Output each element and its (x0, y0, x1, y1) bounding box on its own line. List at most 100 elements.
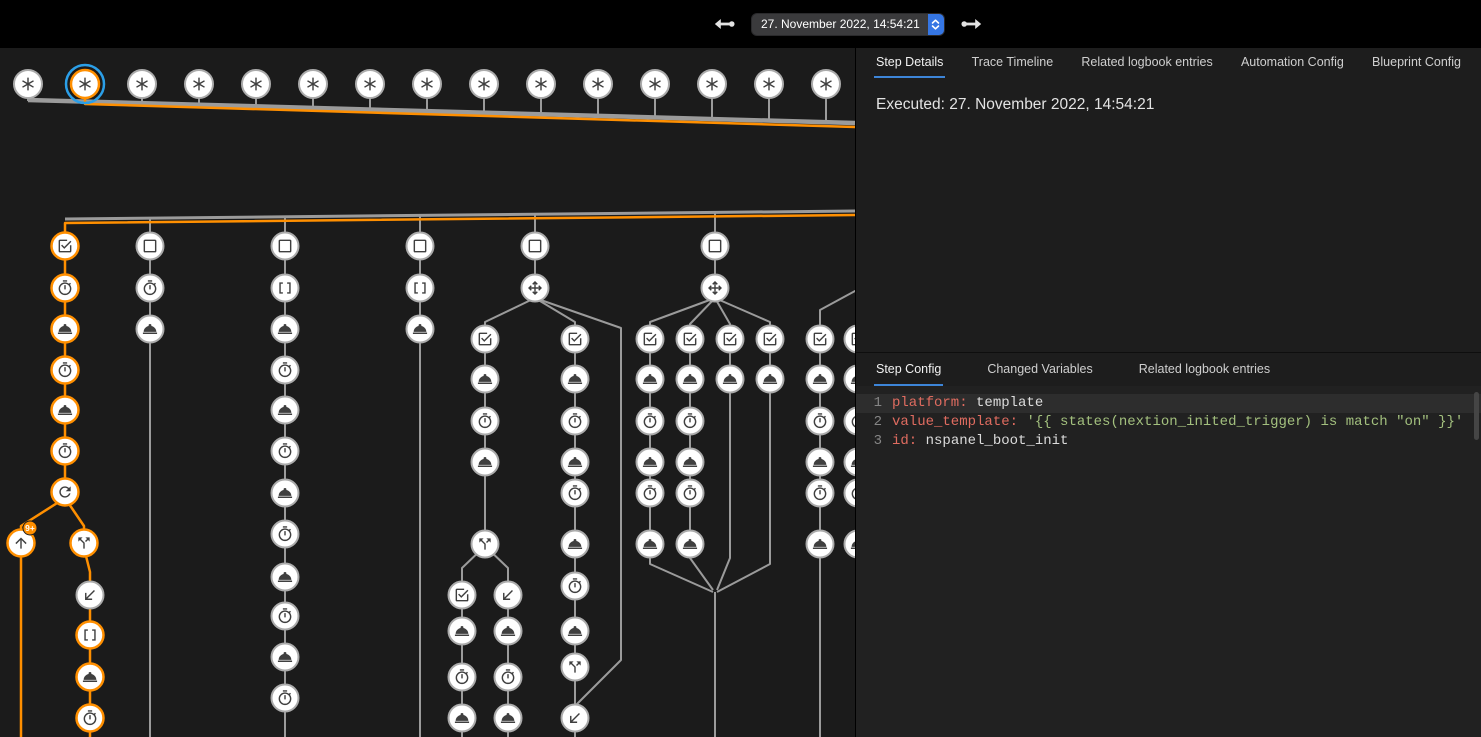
graph-node-service-call-bell[interactable] (562, 531, 589, 558)
graph-node-service-call-bell[interactable] (807, 449, 834, 476)
graph-node-trigger-asterisk[interactable] (66, 65, 104, 103)
graph-node-condition-checkbox[interactable] (845, 326, 856, 353)
tab-blueprint-config[interactable]: Blueprint Config (1370, 48, 1463, 78)
graph-node-delay-timer[interactable] (52, 275, 79, 302)
tab-automation-config[interactable]: Automation Config (1239, 48, 1346, 78)
graph-node-condition-checkbox[interactable] (637, 326, 664, 353)
graph-node-repeat-refresh[interactable] (52, 479, 79, 506)
graph-node-trigger-asterisk[interactable] (185, 70, 213, 98)
next-trace-button[interactable] (960, 13, 984, 35)
graph-node-delay-timer[interactable] (637, 480, 664, 507)
graph-node-code-brackets[interactable] (272, 275, 299, 302)
code-scrollbar-thumb[interactable] (1474, 392, 1479, 440)
graph-node-trigger-asterisk[interactable] (755, 70, 783, 98)
graph-node-service-call-bell[interactable] (637, 449, 664, 476)
tab-step-details[interactable]: Step Details (874, 48, 945, 78)
graph-node-code-brackets[interactable] (77, 622, 104, 649)
graph-node-condition-checkbox[interactable] (757, 326, 784, 353)
graph-node-condition-checkbox[interactable] (562, 326, 589, 353)
graph-node-service-call-bell[interactable] (845, 449, 856, 476)
graph-node-service-call-bell[interactable] (272, 564, 299, 591)
graph-node-blank-checkbox[interactable] (522, 233, 549, 260)
graph-node-service-call-bell[interactable] (677, 531, 704, 558)
graph-node-condition-checkbox[interactable] (52, 233, 79, 260)
graph-node-service-call-bell[interactable] (272, 644, 299, 671)
trace-graph-canvas[interactable]: 9+ (0, 48, 855, 737)
graph-node-trigger-asterisk[interactable] (128, 70, 156, 98)
graph-node-delay-timer[interactable] (137, 275, 164, 302)
graph-node-code-brackets[interactable] (407, 275, 434, 302)
graph-node-parallel-arrows[interactable] (522, 275, 549, 302)
graph-node-service-call-bell[interactable] (757, 366, 784, 393)
graph-node-condition-checkbox[interactable] (677, 326, 704, 353)
graph-node-service-call-bell[interactable] (77, 664, 104, 691)
graph-node-delay-timer[interactable] (807, 408, 834, 435)
graph-node-service-call-bell[interactable] (637, 531, 664, 558)
graph-node-delay-timer[interactable] (677, 408, 704, 435)
previous-trace-button[interactable] (712, 13, 736, 35)
graph-node-delay-timer[interactable] (807, 480, 834, 507)
graph-node-split-arrows[interactable] (472, 531, 499, 558)
graph-node-trigger-asterisk[interactable] (527, 70, 555, 98)
graph-node-service-call-bell[interactable] (677, 366, 704, 393)
graph-node-service-call-bell[interactable] (562, 449, 589, 476)
graph-node-service-call-bell[interactable] (52, 316, 79, 343)
graph-node-service-call-bell[interactable] (845, 366, 856, 393)
graph-node-split-arrows[interactable] (562, 654, 589, 681)
graph-node-delay-timer[interactable] (52, 357, 79, 384)
graph-node-condition-checkbox[interactable] (807, 326, 834, 353)
graph-node-trigger-asterisk[interactable] (299, 70, 327, 98)
graph-node-service-call-bell[interactable] (272, 397, 299, 424)
graph-node-blank-checkbox[interactable] (702, 233, 729, 260)
graph-node-trigger-asterisk[interactable] (812, 70, 840, 98)
graph-node-service-call-bell[interactable] (472, 449, 499, 476)
step-config-code-editor[interactable]: 1platform: template2value_template: '{{ … (856, 386, 1481, 737)
graph-node-condition-checkbox[interactable] (472, 326, 499, 353)
graph-node-service-call-bell[interactable] (637, 366, 664, 393)
tab-step-config[interactable]: Step Config (874, 353, 943, 386)
graph-node-service-call-bell[interactable] (677, 449, 704, 476)
graph-node-trigger-asterisk[interactable] (470, 70, 498, 98)
graph-node-delay-timer[interactable] (637, 408, 664, 435)
tab-changed-variables[interactable]: Changed Variables (985, 353, 1094, 386)
graph-node-service-call-bell[interactable] (807, 366, 834, 393)
tab-trace-timeline[interactable]: Trace Timeline (970, 48, 1056, 78)
graph-node-service-call-bell[interactable] (449, 705, 476, 732)
graph-node-service-call-bell[interactable] (272, 316, 299, 343)
graph-node-service-call-bell[interactable] (717, 366, 744, 393)
graph-node-delay-timer[interactable] (562, 480, 589, 507)
trace-date-select[interactable]: 27. November 2022, 14:54:21 (752, 14, 944, 35)
tab-related-logbook-entries[interactable]: Related logbook entries (1079, 48, 1214, 78)
graph-node-trigger-asterisk[interactable] (14, 70, 42, 98)
graph-node-delay-timer[interactable] (677, 480, 704, 507)
graph-node-arrow-return[interactable] (77, 582, 104, 609)
graph-node-service-call-bell[interactable] (495, 618, 522, 645)
graph-node-delay-timer[interactable] (272, 685, 299, 712)
graph-node-service-call-bell[interactable] (495, 705, 522, 732)
graph-node-service-call-bell[interactable] (449, 618, 476, 645)
graph-node-delay-timer[interactable] (562, 573, 589, 600)
graph-node-delay-timer[interactable] (449, 664, 476, 691)
graph-node-delay-timer[interactable] (52, 438, 79, 465)
graph-node-trigger-asterisk[interactable] (413, 70, 441, 98)
graph-node-arrow-return[interactable] (495, 582, 522, 609)
graph-node-trigger-asterisk[interactable] (641, 70, 669, 98)
graph-node-split-arrows[interactable] (71, 530, 98, 557)
graph-node-service-call-bell[interactable] (562, 618, 589, 645)
graph-node-trigger-asterisk[interactable] (356, 70, 384, 98)
graph-node-trigger-asterisk[interactable] (584, 70, 612, 98)
graph-node-delay-timer[interactable] (272, 521, 299, 548)
graph-node-delay-timer[interactable] (272, 603, 299, 630)
graph-node-parallel-arrows[interactable] (702, 275, 729, 302)
graph-node-blank-checkbox[interactable] (407, 233, 434, 260)
graph-node-blank-checkbox[interactable] (137, 233, 164, 260)
graph-node-service-call-bell[interactable] (845, 531, 856, 558)
graph-node-delay-timer[interactable] (845, 480, 856, 507)
tab-related-logbook-entries[interactable]: Related logbook entries (1137, 353, 1272, 386)
graph-node-service-call-bell[interactable] (807, 531, 834, 558)
graph-node-service-call-bell[interactable] (272, 480, 299, 507)
graph-node-service-call-bell[interactable] (562, 366, 589, 393)
graph-node-delay-timer[interactable] (845, 408, 856, 435)
graph-node-delay-timer[interactable] (272, 357, 299, 384)
graph-node-service-call-bell[interactable] (407, 316, 434, 343)
